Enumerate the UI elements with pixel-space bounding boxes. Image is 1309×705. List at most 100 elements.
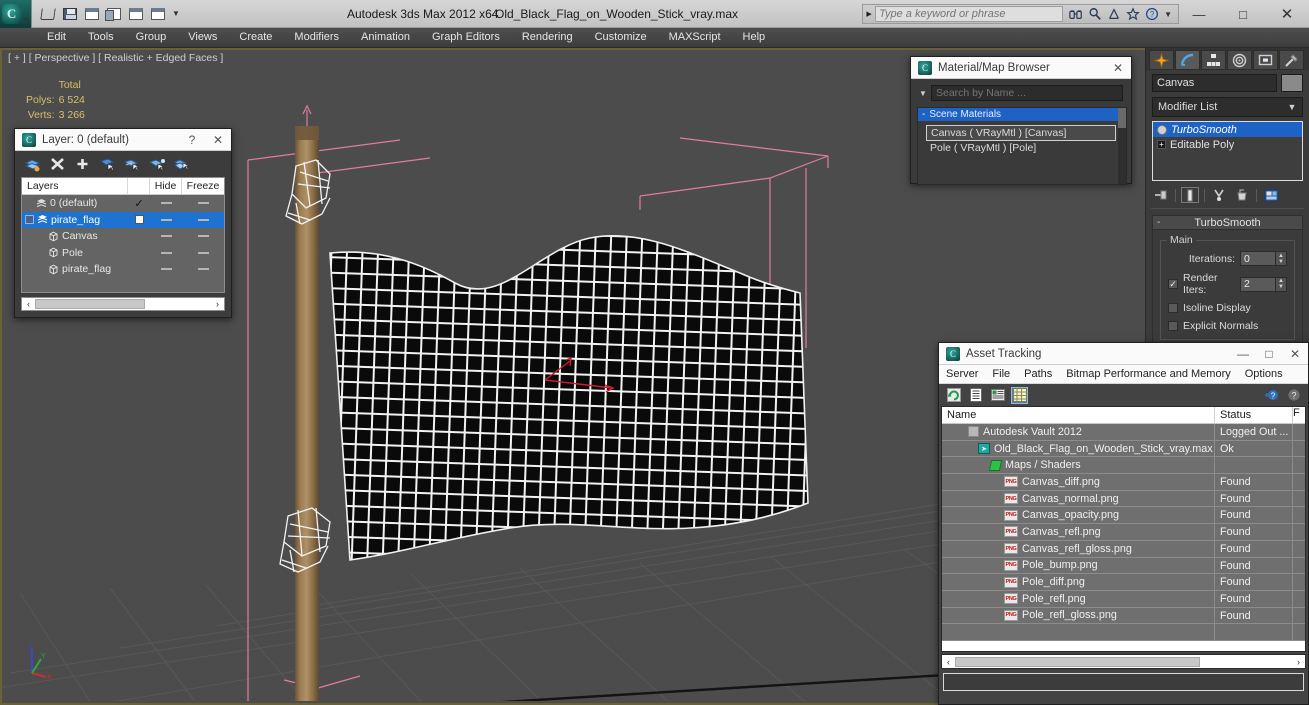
menu-maxscript[interactable]: MAXScript xyxy=(658,28,732,47)
expand-plus-icon[interactable]: + xyxy=(1157,140,1166,149)
asset-tracking-title-bar[interactable]: C Asset Tracking — □ ✕ xyxy=(939,343,1308,365)
utilities-tab[interactable] xyxy=(1279,50,1304,70)
search-input[interactable] xyxy=(875,6,1064,22)
menu-edit[interactable]: Edit xyxy=(36,28,77,47)
asset-row-pole-refl[interactable]: PNG Pole_refl.png Found xyxy=(942,590,1305,608)
undo-button[interactable] xyxy=(126,4,146,24)
chevron-down-icon[interactable]: ▼ xyxy=(915,89,931,98)
create-new-layer-button[interactable] xyxy=(21,154,43,174)
asset-list-grid[interactable]: Name Status F Autodesk Vault 2012 Logged… xyxy=(941,406,1306,652)
menu-animation[interactable]: Animation xyxy=(350,28,421,47)
column-name[interactable]: Name xyxy=(942,407,1215,423)
modifier-list-dropdown[interactable]: Modifier List ▼ xyxy=(1152,97,1303,117)
asset-row-maps-shaders[interactable]: Maps / Shaders xyxy=(942,457,1305,475)
open-file-button[interactable] xyxy=(38,4,58,24)
asset-row-canvas-normal[interactable]: PNG Canvas_normal.png Found xyxy=(942,490,1305,508)
menu-modifiers[interactable]: Modifiers xyxy=(283,28,350,47)
material-browser-title-bar[interactable]: C Material/Map Browser ✕ xyxy=(911,57,1131,79)
material-search-input[interactable] xyxy=(931,85,1123,101)
application-menu-button[interactable]: C ▼ xyxy=(0,0,32,28)
minimize-button[interactable]: — xyxy=(1177,0,1221,28)
layer-list[interactable]: Layers Hide Freeze 0 (default) ✓ pirate_… xyxy=(21,177,225,293)
hide-toggle[interactable] xyxy=(160,235,172,238)
add-help-icon[interactable]: ? xyxy=(1263,387,1280,404)
freeze-toggle[interactable] xyxy=(197,218,209,221)
scroll-right-icon[interactable]: › xyxy=(1292,657,1305,667)
material-item-pole[interactable]: Pole ( VRayMtl ) [Pole] xyxy=(926,141,1116,157)
asset-row-vault[interactable]: Autodesk Vault 2012 Logged Out ... xyxy=(942,424,1305,441)
search-icon[interactable] xyxy=(1088,7,1102,21)
find-icon[interactable] xyxy=(1069,7,1083,21)
asset-menu-server[interactable]: Server xyxy=(939,365,985,383)
select-highlighted-objects-button[interactable] xyxy=(121,154,143,174)
spinner-arrows-icon[interactable]: ▲ ▼ xyxy=(1276,276,1287,292)
asset-row-scene-file[interactable]: ➤ Old_Black_Flag_on_Wooden_Stick_vray.ma… xyxy=(942,440,1305,458)
menu-tools[interactable]: Tools xyxy=(77,28,125,47)
subscription-center-icon[interactable] xyxy=(1107,7,1121,21)
layer-row-pole[interactable]: Pole xyxy=(22,245,224,262)
spinner-arrows-icon[interactable]: ▲ ▼ xyxy=(1276,251,1287,266)
asset-row-canvas-refl[interactable]: PNG Canvas_refl.png Found xyxy=(942,524,1305,541)
asset-row-pole-bump[interactable]: PNG Pole_bump.png Found xyxy=(942,557,1305,575)
asset-minimize-button[interactable]: — xyxy=(1230,344,1256,364)
rollout-header[interactable]: - TurboSmooth xyxy=(1152,215,1303,230)
hide-toggle[interactable] xyxy=(160,202,172,205)
redo-button[interactable] xyxy=(148,4,168,24)
list-view-button[interactable] xyxy=(967,387,984,404)
menu-group[interactable]: Group xyxy=(125,28,178,47)
help-icon[interactable]: ? xyxy=(1145,7,1159,21)
make-unique-button[interactable] xyxy=(1210,187,1228,203)
scrollbar-thumb[interactable] xyxy=(955,656,1200,667)
current-layer-checkbox[interactable] xyxy=(134,215,144,225)
scroll-left-icon[interactable]: ‹ xyxy=(22,299,35,309)
scroll-right-icon[interactable]: › xyxy=(211,299,224,309)
motion-tab[interactable] xyxy=(1227,50,1252,70)
layer-row-canvas[interactable]: Canvas xyxy=(22,228,224,245)
render-iters-spinner[interactable]: ▲▼ xyxy=(1240,276,1287,292)
stack-item-turbosmooth[interactable]: TurboSmooth xyxy=(1153,122,1302,137)
light-bulb-icon[interactable] xyxy=(1157,124,1167,135)
explicit-normals-row[interactable]: Explicit Normals xyxy=(1168,320,1287,332)
column-status[interactable]: Status xyxy=(1215,407,1293,423)
asset-menu-bitmap-performance[interactable]: Bitmap Performance and Memory xyxy=(1059,365,1237,383)
menu-help[interactable]: Help xyxy=(732,28,777,47)
material-item-canvas[interactable]: Canvas ( VRayMtl ) [Canvas] xyxy=(926,125,1116,141)
layer-close-button[interactable]: ✕ xyxy=(205,130,231,150)
asset-row-canvas-refl-gloss[interactable]: PNG Canvas_refl_gloss.png Found xyxy=(942,540,1305,558)
grid-view-button[interactable] xyxy=(1011,386,1028,404)
menu-create[interactable]: Create xyxy=(228,28,283,47)
menu-customize[interactable]: Customize xyxy=(584,28,658,47)
stack-item-editable-poly[interactable]: + Editable Poly xyxy=(1153,137,1302,152)
select-objects-in-layer-button[interactable] xyxy=(96,154,118,174)
explicit-normals-checkbox[interactable] xyxy=(1168,321,1178,331)
asset-row-canvas-diff[interactable]: PNG Canvas_diff.png Found xyxy=(942,474,1305,491)
highlight-selected-objects-button[interactable] xyxy=(146,154,168,174)
collapse-icon[interactable]: - xyxy=(1157,217,1160,228)
asset-row-pole-refl-gloss[interactable]: PNG Pole_refl_gloss.png Found xyxy=(942,607,1305,625)
hide-toggle[interactable] xyxy=(160,251,172,254)
qat-chevron-down-icon[interactable]: ▼ xyxy=(172,9,180,18)
remove-modifier-button[interactable] xyxy=(1233,187,1251,203)
asset-horizontal-scrollbar[interactable]: ‹ › xyxy=(941,654,1306,669)
details-view-button[interactable] xyxy=(989,387,1006,404)
favorites-star-icon[interactable] xyxy=(1126,7,1140,21)
save-file-button[interactable] xyxy=(60,4,80,24)
render-iters-input[interactable] xyxy=(1240,276,1276,292)
asset-row-canvas-opacity[interactable]: PNG Canvas_opacity.png Found xyxy=(942,507,1305,525)
viewport-label[interactable]: [ + ] [ Perspective ] [ Realistic + Edge… xyxy=(8,52,223,64)
object-name-field[interactable]: Canvas xyxy=(1152,74,1277,92)
refresh-button[interactable] xyxy=(945,387,962,404)
freeze-toggle[interactable] xyxy=(197,235,209,238)
help-icon[interactable]: ? xyxy=(1285,387,1302,404)
layer-help-button[interactable]: ? xyxy=(179,130,205,150)
hide-unhide-layer-button[interactable] xyxy=(171,154,193,174)
material-browser-scrollbar[interactable] xyxy=(1118,108,1126,184)
hierarchy-tab[interactable] xyxy=(1201,50,1226,70)
modify-tab[interactable] xyxy=(1175,50,1200,70)
asset-menu-paths[interactable]: Paths xyxy=(1017,365,1059,383)
layer-row-pirate-flag[interactable]: pirate_flag xyxy=(22,211,224,228)
scrollbar-thumb[interactable] xyxy=(1118,108,1126,128)
display-tab[interactable] xyxy=(1253,50,1278,70)
freeze-toggle[interactable] xyxy=(197,251,209,254)
scene-materials-group-header[interactable]: - Scene Materials xyxy=(918,108,1126,121)
